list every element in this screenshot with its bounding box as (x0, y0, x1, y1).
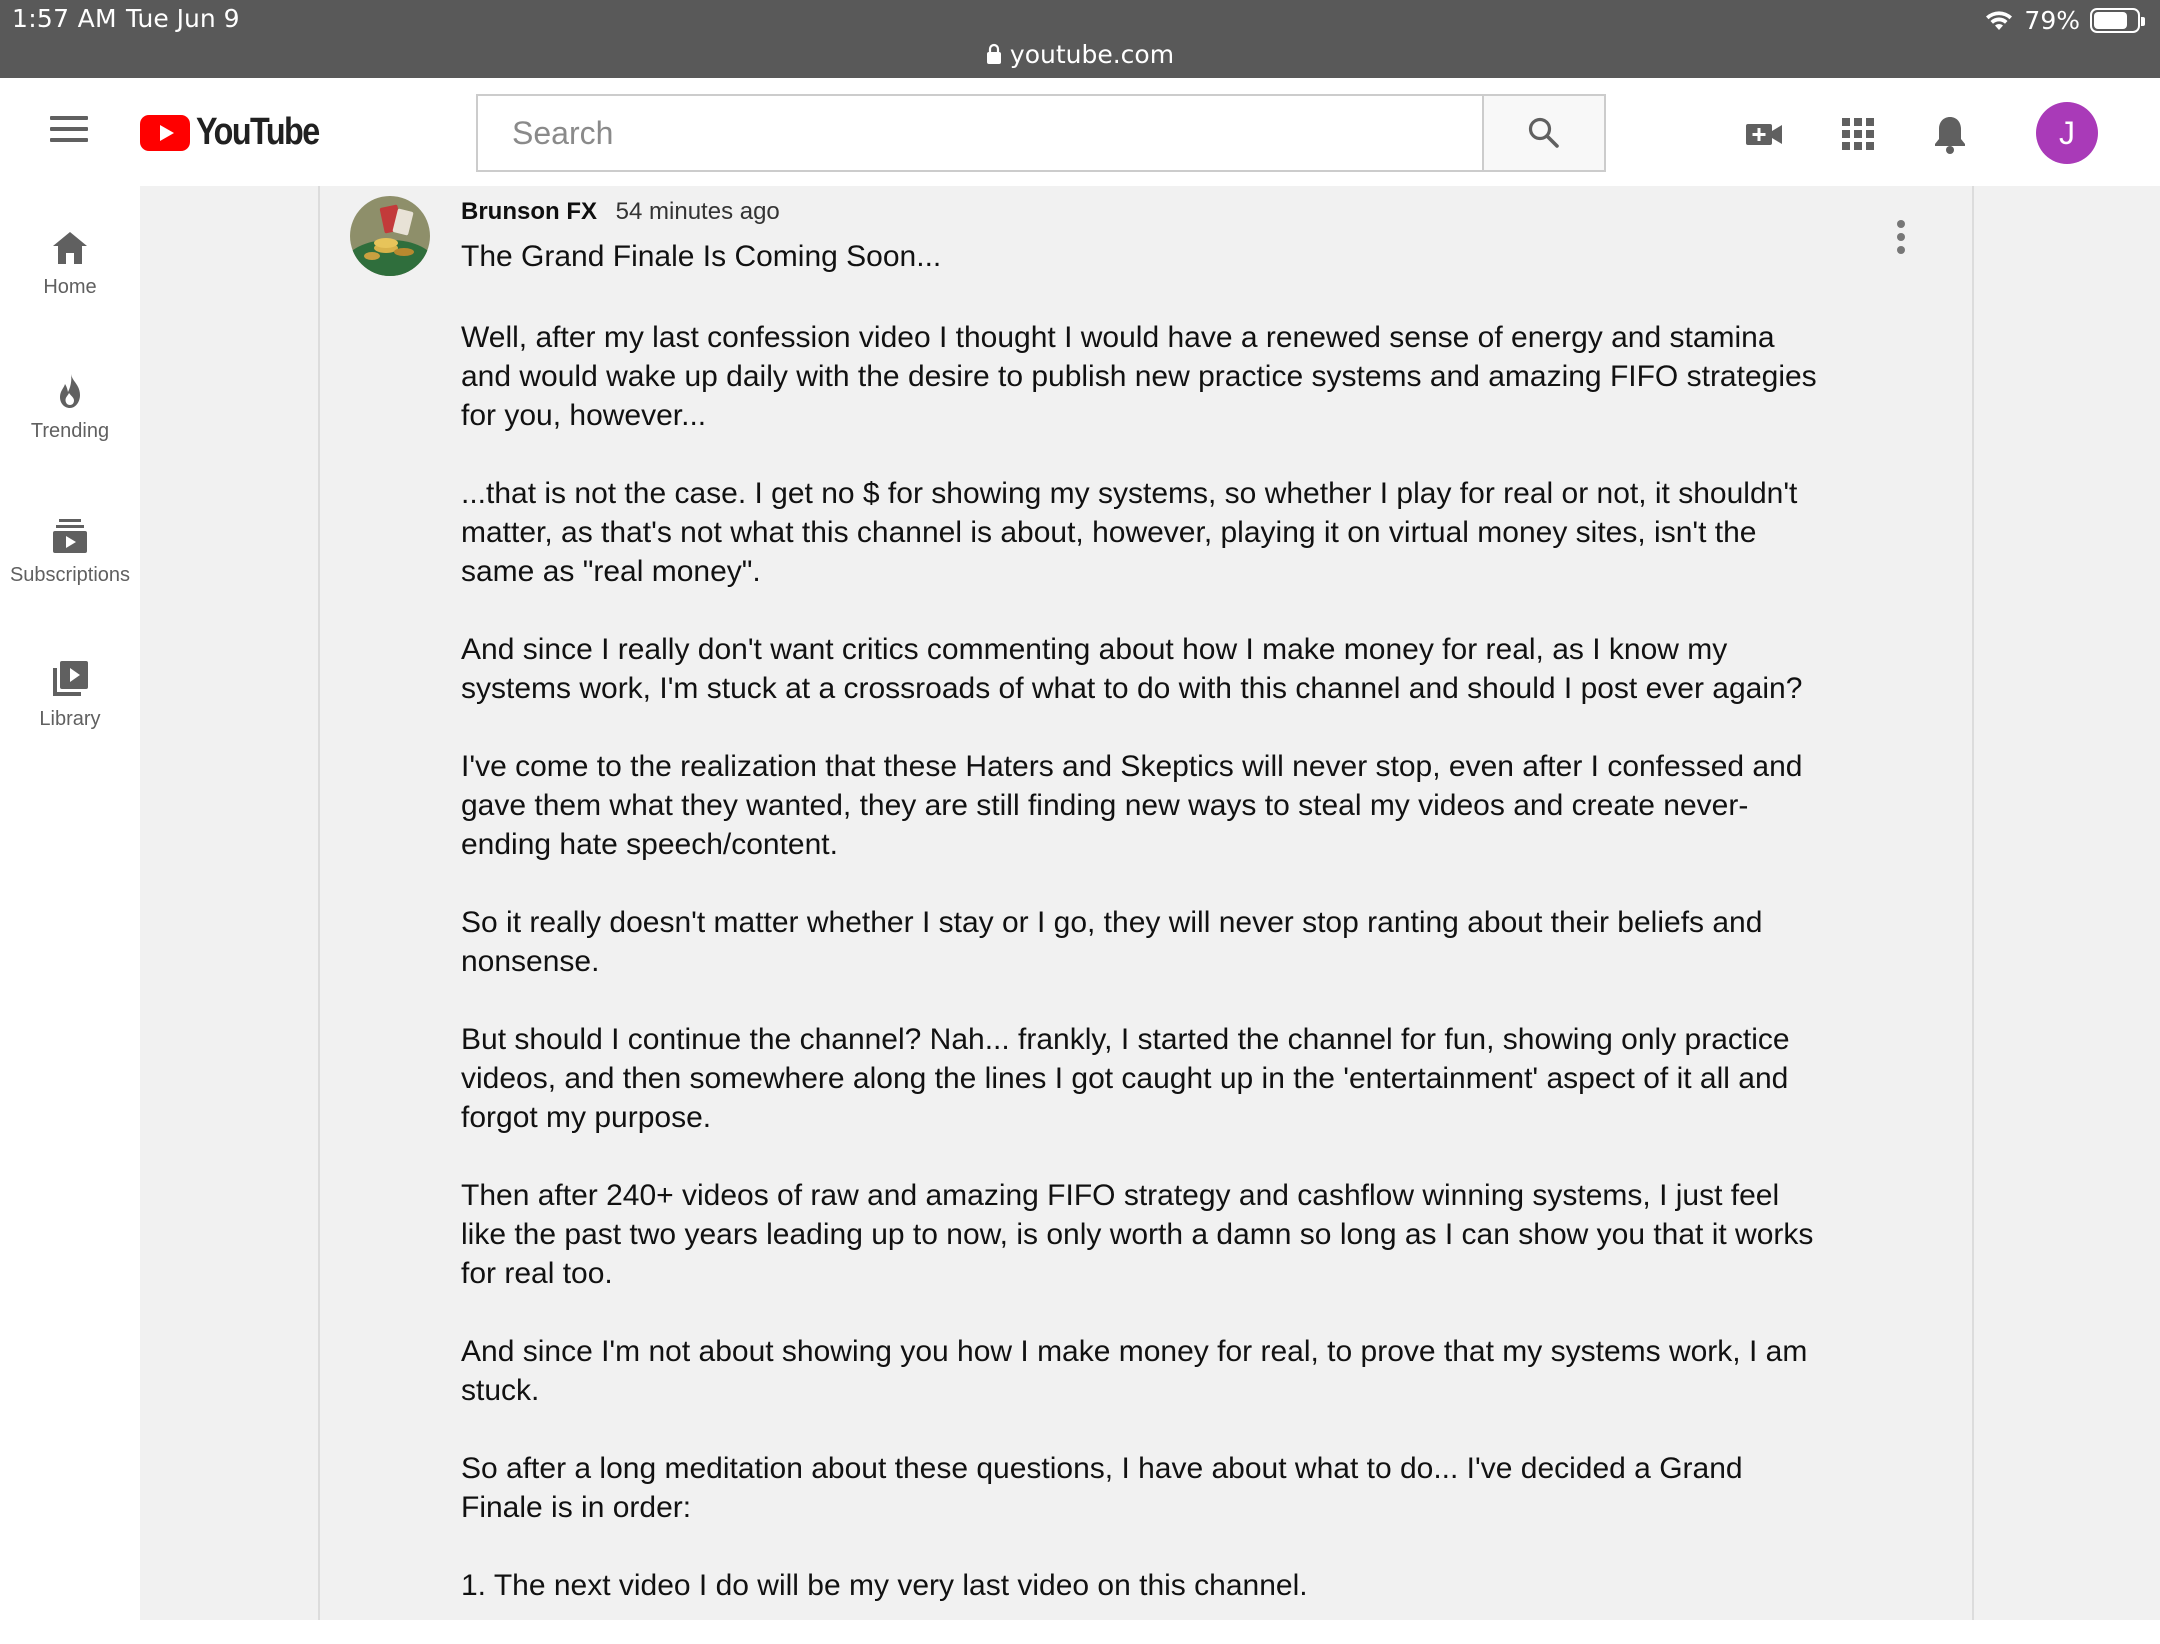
sidebar-item-label: Trending (30, 420, 110, 442)
post-time[interactable]: 54 minutes ago (616, 198, 780, 225)
search-icon (1528, 117, 1559, 148)
post-meta: Brunson FX 54 minutes ago (461, 198, 780, 226)
lock-icon (986, 43, 1001, 64)
home-icon (53, 232, 87, 264)
library-icon (53, 661, 88, 696)
create-video-icon[interactable] (1744, 114, 1784, 154)
browser-status-bar: 1:57 AM Tue Jun 9 79% youtube.com (0, 0, 2160, 78)
channel-avatar-image (350, 196, 430, 276)
post-paragraph: So it really doesn't matter whether I st… (461, 906, 1763, 978)
battery-icon (2090, 7, 2145, 33)
channel-avatar[interactable] (350, 196, 430, 276)
search-input[interactable] (476, 94, 1482, 172)
youtube-logo[interactable]: YouTube (140, 111, 340, 154)
apps-grid-icon[interactable] (1838, 114, 1878, 154)
status-time: 1:57 AM (12, 4, 117, 33)
sidebar-item-subscriptions[interactable]: Subscriptions (0, 516, 140, 587)
sidebar-item-label: Subscriptions (9, 564, 131, 586)
mini-sidebar: Home Trending Subscriptions Library (0, 186, 140, 1620)
post-title: The Grand Finale Is Coming Soon... (461, 240, 942, 273)
sidebar-item-label: Library (39, 708, 101, 730)
wifi-icon (1986, 11, 2013, 30)
battery-level (2094, 11, 2128, 29)
user-avatar[interactable]: J (2036, 102, 2098, 164)
post-body: Well, after my last confession video I t… (461, 318, 1871, 1644)
post-paragraph: But should I continue the channel? Nah..… (461, 1023, 1790, 1134)
youtube-play-logo-icon (140, 114, 190, 151)
post-paragraph: So after a long meditation about these q… (461, 1452, 1743, 1524)
battery-percent: 79% (2024, 5, 2080, 35)
youtube-logo-text: YouTube (196, 111, 320, 153)
post-author[interactable]: Brunson FX (461, 198, 597, 225)
post-paragraph: And since I'm not about showing you how … (461, 1335, 1808, 1407)
sidebar-item-trending[interactable]: Trending (0, 372, 140, 443)
address-bar[interactable]: youtube.com (0, 36, 2160, 72)
status-indicators: 79% (1984, 4, 2145, 36)
sidebar-item-label: Home (43, 276, 97, 298)
youtube-header: YouTube J (0, 78, 2160, 186)
post-paragraph: 1. The next video I do will be my very l… (461, 1569, 1308, 1602)
sidebar-item-library[interactable]: Library (0, 658, 140, 731)
post-paragraph: ...that is not the case. I get no $ for … (461, 477, 1798, 588)
post-paragraph: Well, after my last confession video I t… (461, 321, 1817, 432)
notifications-bell-icon[interactable] (1930, 114, 1970, 154)
hamburger-menu-button[interactable] (50, 116, 88, 146)
url-text: youtube.com (1009, 39, 1175, 69)
status-date: Tue Jun 9 (126, 4, 240, 33)
trending-icon (60, 374, 80, 408)
search-button[interactable] (1482, 94, 1606, 172)
post-paragraph: I've come to the realization that these … (461, 750, 1803, 861)
more-vert-icon (1897, 220, 1905, 228)
avatar-initial: J (2059, 114, 2075, 151)
post-paragraph: And since I really don't want critics co… (461, 633, 1803, 705)
post-paragraph: Then after 240+ videos of raw and amazin… (461, 1179, 1814, 1290)
subscriptions-icon (53, 519, 87, 553)
post-action-menu-button[interactable] (1894, 220, 1908, 256)
sidebar-item-home[interactable]: Home (0, 228, 140, 299)
